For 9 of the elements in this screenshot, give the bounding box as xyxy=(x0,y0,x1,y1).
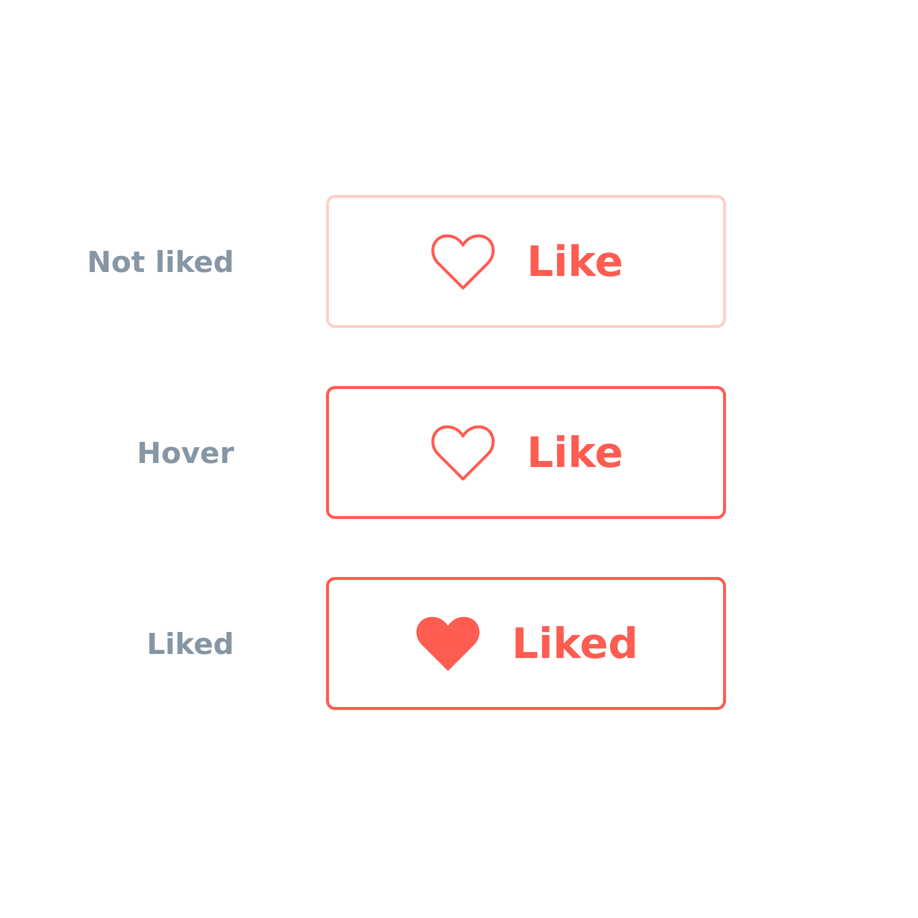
like-button[interactable]: Like xyxy=(326,195,726,328)
heart-icon xyxy=(414,614,482,672)
heart-icon xyxy=(428,232,497,290)
state-label: Hover xyxy=(136,436,234,470)
state-label: Liked xyxy=(146,626,234,660)
like-button[interactable]: Liked xyxy=(326,577,726,710)
heart-icon xyxy=(428,424,497,482)
like-button[interactable]: Like xyxy=(326,386,726,519)
state-label: Not liked xyxy=(87,244,234,278)
